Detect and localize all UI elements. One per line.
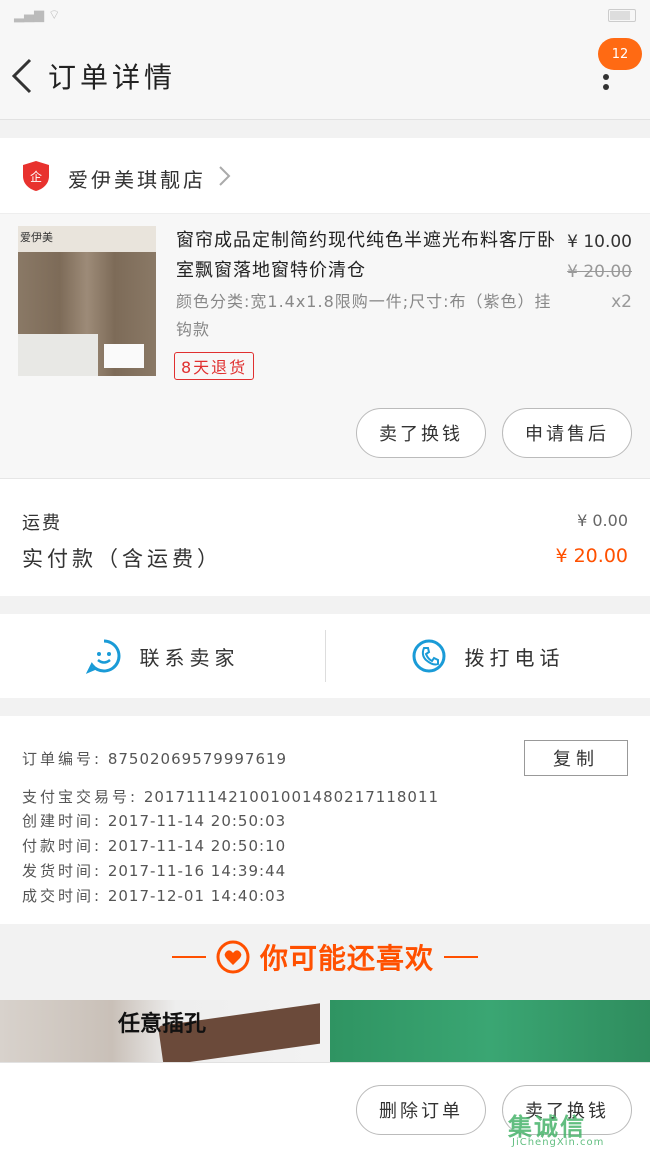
battery-icon <box>608 8 636 22</box>
message-badge[interactable]: 12 <box>598 38 642 70</box>
shop-logo-text: 企 <box>30 169 42 184</box>
recommend-title: 你可能还喜欢 <box>259 942 434 975</box>
shipped-time-key: 发货时间: <box>22 862 103 880</box>
delete-order-button[interactable]: 删除订单 <box>356 1085 486 1135</box>
status-bar: ▂▄▆ ⌔ <box>0 0 650 30</box>
product-sku: 颜色分类:宽1.4x1.8限购一件;尺寸:布（紫色）挂钩款 <box>176 292 552 339</box>
item-original-price: ¥ 20.00 <box>567 262 632 282</box>
shipped-time-line: 发货时间: 2017-11-16 14:39:44 <box>22 860 286 881</box>
trade-number-value: 2017111421001001480217118011 <box>143 788 440 806</box>
shipping-value: ¥ 0.00 <box>577 511 628 530</box>
fee-summary: 运费 ¥ 0.00 实付款（含运费） ¥ 20.00 <box>0 478 650 596</box>
paid-value: ¥ 20.00 <box>555 545 628 567</box>
completed-time-value: 2017-12-01 14:40:03 <box>107 887 287 905</box>
contact-seller-button[interactable]: 联系卖家 <box>0 614 325 698</box>
recommend-header: 你可能还喜欢 <box>0 924 650 990</box>
shop-row[interactable]: 企 爱伊美琪靓店 <box>0 138 650 214</box>
resell-button[interactable]: 卖了换钱 <box>356 408 486 458</box>
recommend-item-1[interactable]: 任意插孔 <box>0 1000 320 1066</box>
product-image-brand: 爱伊美 <box>20 231 53 244</box>
back-arrow-icon[interactable] <box>8 56 38 96</box>
left-dash <box>171 956 206 958</box>
copy-button[interactable]: 复制 <box>524 740 628 776</box>
phone-icon <box>412 639 445 673</box>
item-price: ¥ 10.00 <box>567 232 632 252</box>
completed-time-key: 成交时间: <box>22 887 103 905</box>
paid-time-key: 付款时间: <box>22 837 103 855</box>
created-time-value: 2017-11-14 20:50:03 <box>107 812 287 830</box>
after-sale-button[interactable]: 申请售后 <box>502 408 632 458</box>
chat-face-icon <box>85 639 120 674</box>
recommend-item-2[interactable] <box>330 1000 650 1066</box>
paid-label: 实付款（含运费） <box>22 547 222 571</box>
right-dash <box>444 956 478 958</box>
paid-time-line: 付款时间: 2017-11-14 20:50:10 <box>22 835 286 856</box>
paid-time-value: 2017-11-14 20:50:10 <box>107 837 287 855</box>
order-number-line: 订单编号: 87502069579997619 <box>22 748 287 769</box>
created-time-key: 创建时间: <box>22 812 103 830</box>
watermark-sub: JiChengXin.com <box>512 1137 605 1148</box>
page-title: 订单详情 <box>48 61 177 94</box>
bottom-action-bar: 删除订单 卖了换钱 集诚信 JiChengXin.com <box>0 1062 650 1155</box>
completed-time-line: 成交时间: 2017-12-01 14:40:03 <box>22 885 286 906</box>
return-policy-tag: 8天退货 <box>174 352 255 380</box>
recommend-item-1-text: 任意插孔 <box>118 1012 207 1037</box>
signal-icon: ▂▄▆ ⌔ <box>14 8 61 23</box>
contact-seller-label: 联系卖家 <box>139 645 240 670</box>
contact-bar: 联系卖家 拨打电话 <box>0 614 650 698</box>
created-time-line: 创建时间: 2017-11-14 20:50:03 <box>22 810 286 831</box>
more-dots-icon[interactable] <box>596 70 616 104</box>
item-quantity: x2 <box>611 292 632 312</box>
trade-number-line: 支付宝交易号: 2017111421001001480217118011 <box>22 786 439 807</box>
order-number-key: 订单编号: <box>22 750 103 768</box>
trade-number-key: 支付宝交易号: <box>22 788 139 806</box>
order-number-value[interactable]: 87502069579997619 <box>108 750 287 768</box>
shipped-time-value: 2017-11-16 14:39:44 <box>107 862 287 880</box>
product-name[interactable]: 窗帘成品定制简约现代纯色半遮光布料客厅卧室飘窗落地窗特价清仓 <box>176 226 556 286</box>
watermark: 集诚信 JiChengXin.com <box>504 1107 644 1151</box>
shop-name[interactable]: 爱伊美琪靓店 <box>68 164 206 193</box>
heart-icon <box>216 940 250 974</box>
call-phone-label: 拨打电话 <box>464 645 565 670</box>
order-item[interactable]: 爱伊美 窗帘成品定制简约现代纯色半遮光布料客厅卧室飘窗落地窗特价清仓 颜色分类:… <box>0 214 650 478</box>
chevron-right-icon <box>219 166 231 186</box>
header: 订单详情 12 <box>0 30 650 120</box>
shipping-label: 运费 <box>22 513 62 534</box>
shop-logo-icon: 企 <box>23 161 49 191</box>
call-phone-button[interactable]: 拨打电话 <box>325 614 650 698</box>
order-info: 订单编号: 87502069579997619 复制 支付宝交易号: 20171… <box>0 716 650 924</box>
product-image[interactable]: 爱伊美 <box>18 226 156 376</box>
